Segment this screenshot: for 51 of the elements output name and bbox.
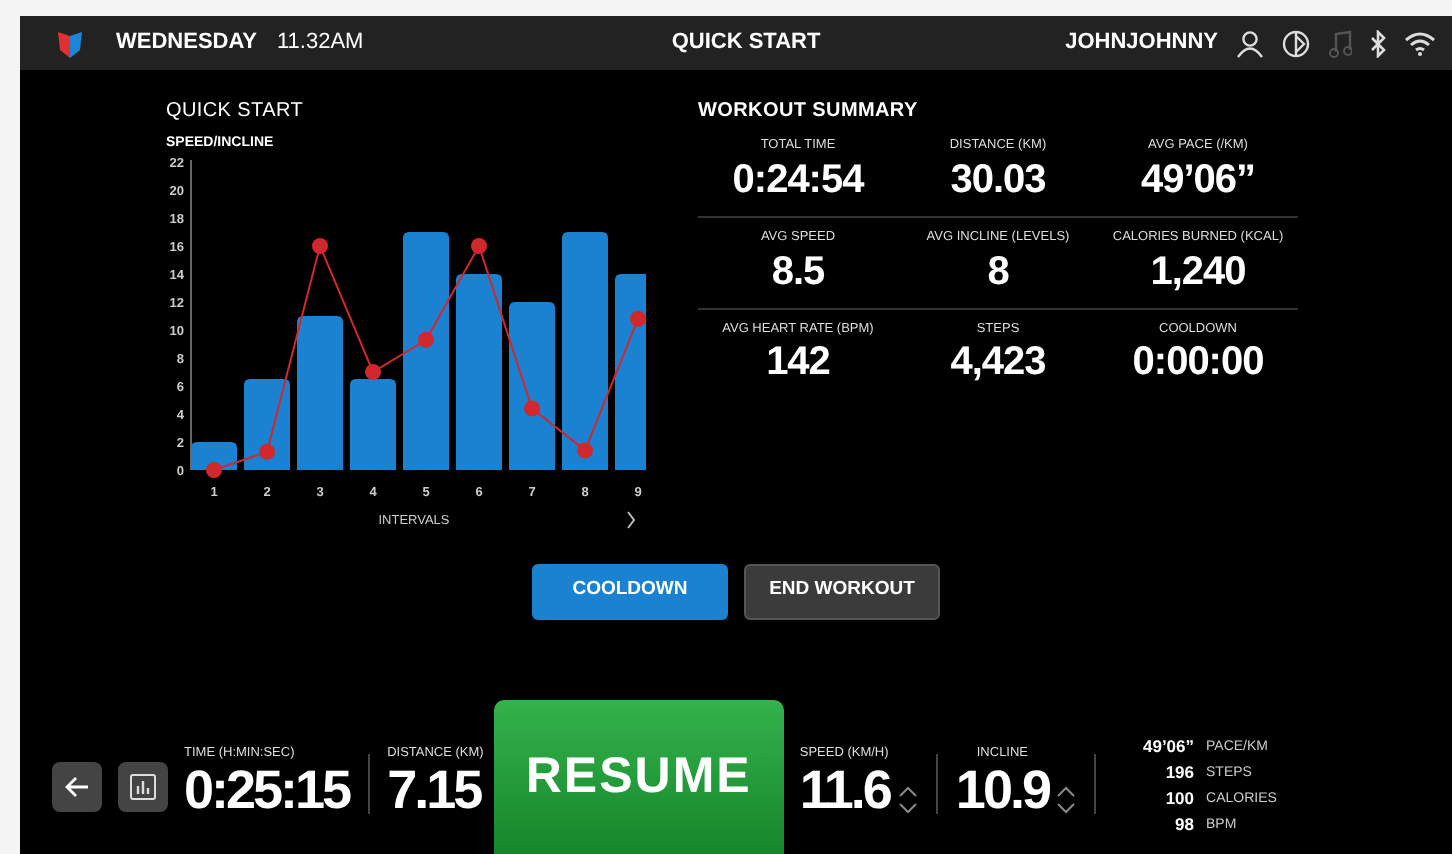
stat-value: 0:24:54	[730, 155, 867, 204]
stat-value: 8.5	[769, 247, 827, 295]
resume-button[interactable]: RESUME	[493, 700, 784, 854]
chart-bar	[350, 378, 396, 469]
back-button[interactable]	[52, 762, 102, 812]
stat-value: 30.03	[948, 155, 1048, 204]
time-value: 0:25:15	[184, 762, 350, 822]
data-point	[259, 442, 275, 459]
bar-chart-icon	[130, 774, 156, 800]
chevron-down-icon[interactable]	[1056, 802, 1077, 814]
stat-value: 196	[1163, 760, 1195, 786]
speed-value: 11.6	[799, 762, 890, 822]
incline-value: 10.9	[955, 762, 1049, 822]
stat-value: 49’06”	[1142, 734, 1195, 760]
user-icon[interactable]	[1236, 29, 1265, 57]
stat-value: 4,423	[948, 338, 1048, 387]
chevron-right-icon[interactable]	[627, 510, 636, 528]
logo-icon	[56, 27, 84, 59]
stat-value: 1,240	[1148, 247, 1248, 295]
stats-button[interactable]	[118, 762, 168, 812]
arrow-left-icon	[64, 776, 90, 798]
stat-value: 142	[764, 338, 832, 387]
stat-value: 0:00:00	[1130, 338, 1266, 387]
distance-value: 7.15	[387, 762, 481, 822]
stat-value: 98	[1173, 812, 1195, 838]
chevron-up-icon[interactable]	[1056, 786, 1077, 798]
wifi-icon[interactable]	[1404, 30, 1437, 56]
data-point	[524, 399, 540, 416]
chevron-down-icon[interactable]	[897, 802, 918, 814]
chart-bar	[191, 441, 237, 469]
chart-bar	[244, 378, 290, 469]
clock-label: 11.32AM	[277, 28, 364, 59]
end-workout-button[interactable]: END WORKOUT	[744, 563, 940, 619]
user-name[interactable]: JOHNJOHNNY	[1065, 26, 1219, 60]
data-point	[471, 237, 487, 253]
screen-title: QUICK START	[671, 28, 821, 59]
panel-title: QUICK START	[166, 98, 306, 126]
stat-value: 8	[985, 247, 1011, 295]
data-point	[206, 461, 222, 477]
panel-title: WORKOUT SUMMARY	[698, 98, 920, 126]
data-point	[312, 237, 328, 253]
data-point	[365, 363, 381, 379]
data-point	[577, 441, 593, 458]
stat-value: 49’06”	[1138, 155, 1258, 204]
bluetooth-icon[interactable]	[1370, 29, 1387, 57]
chevron-up-icon[interactable]	[897, 786, 918, 798]
data-point	[418, 330, 434, 347]
data-point	[630, 309, 646, 326]
day-label: WEDNESDAY	[116, 28, 257, 59]
cooldown-button[interactable]: COOLDOWN	[532, 563, 728, 619]
stat-value: 100	[1163, 786, 1195, 812]
